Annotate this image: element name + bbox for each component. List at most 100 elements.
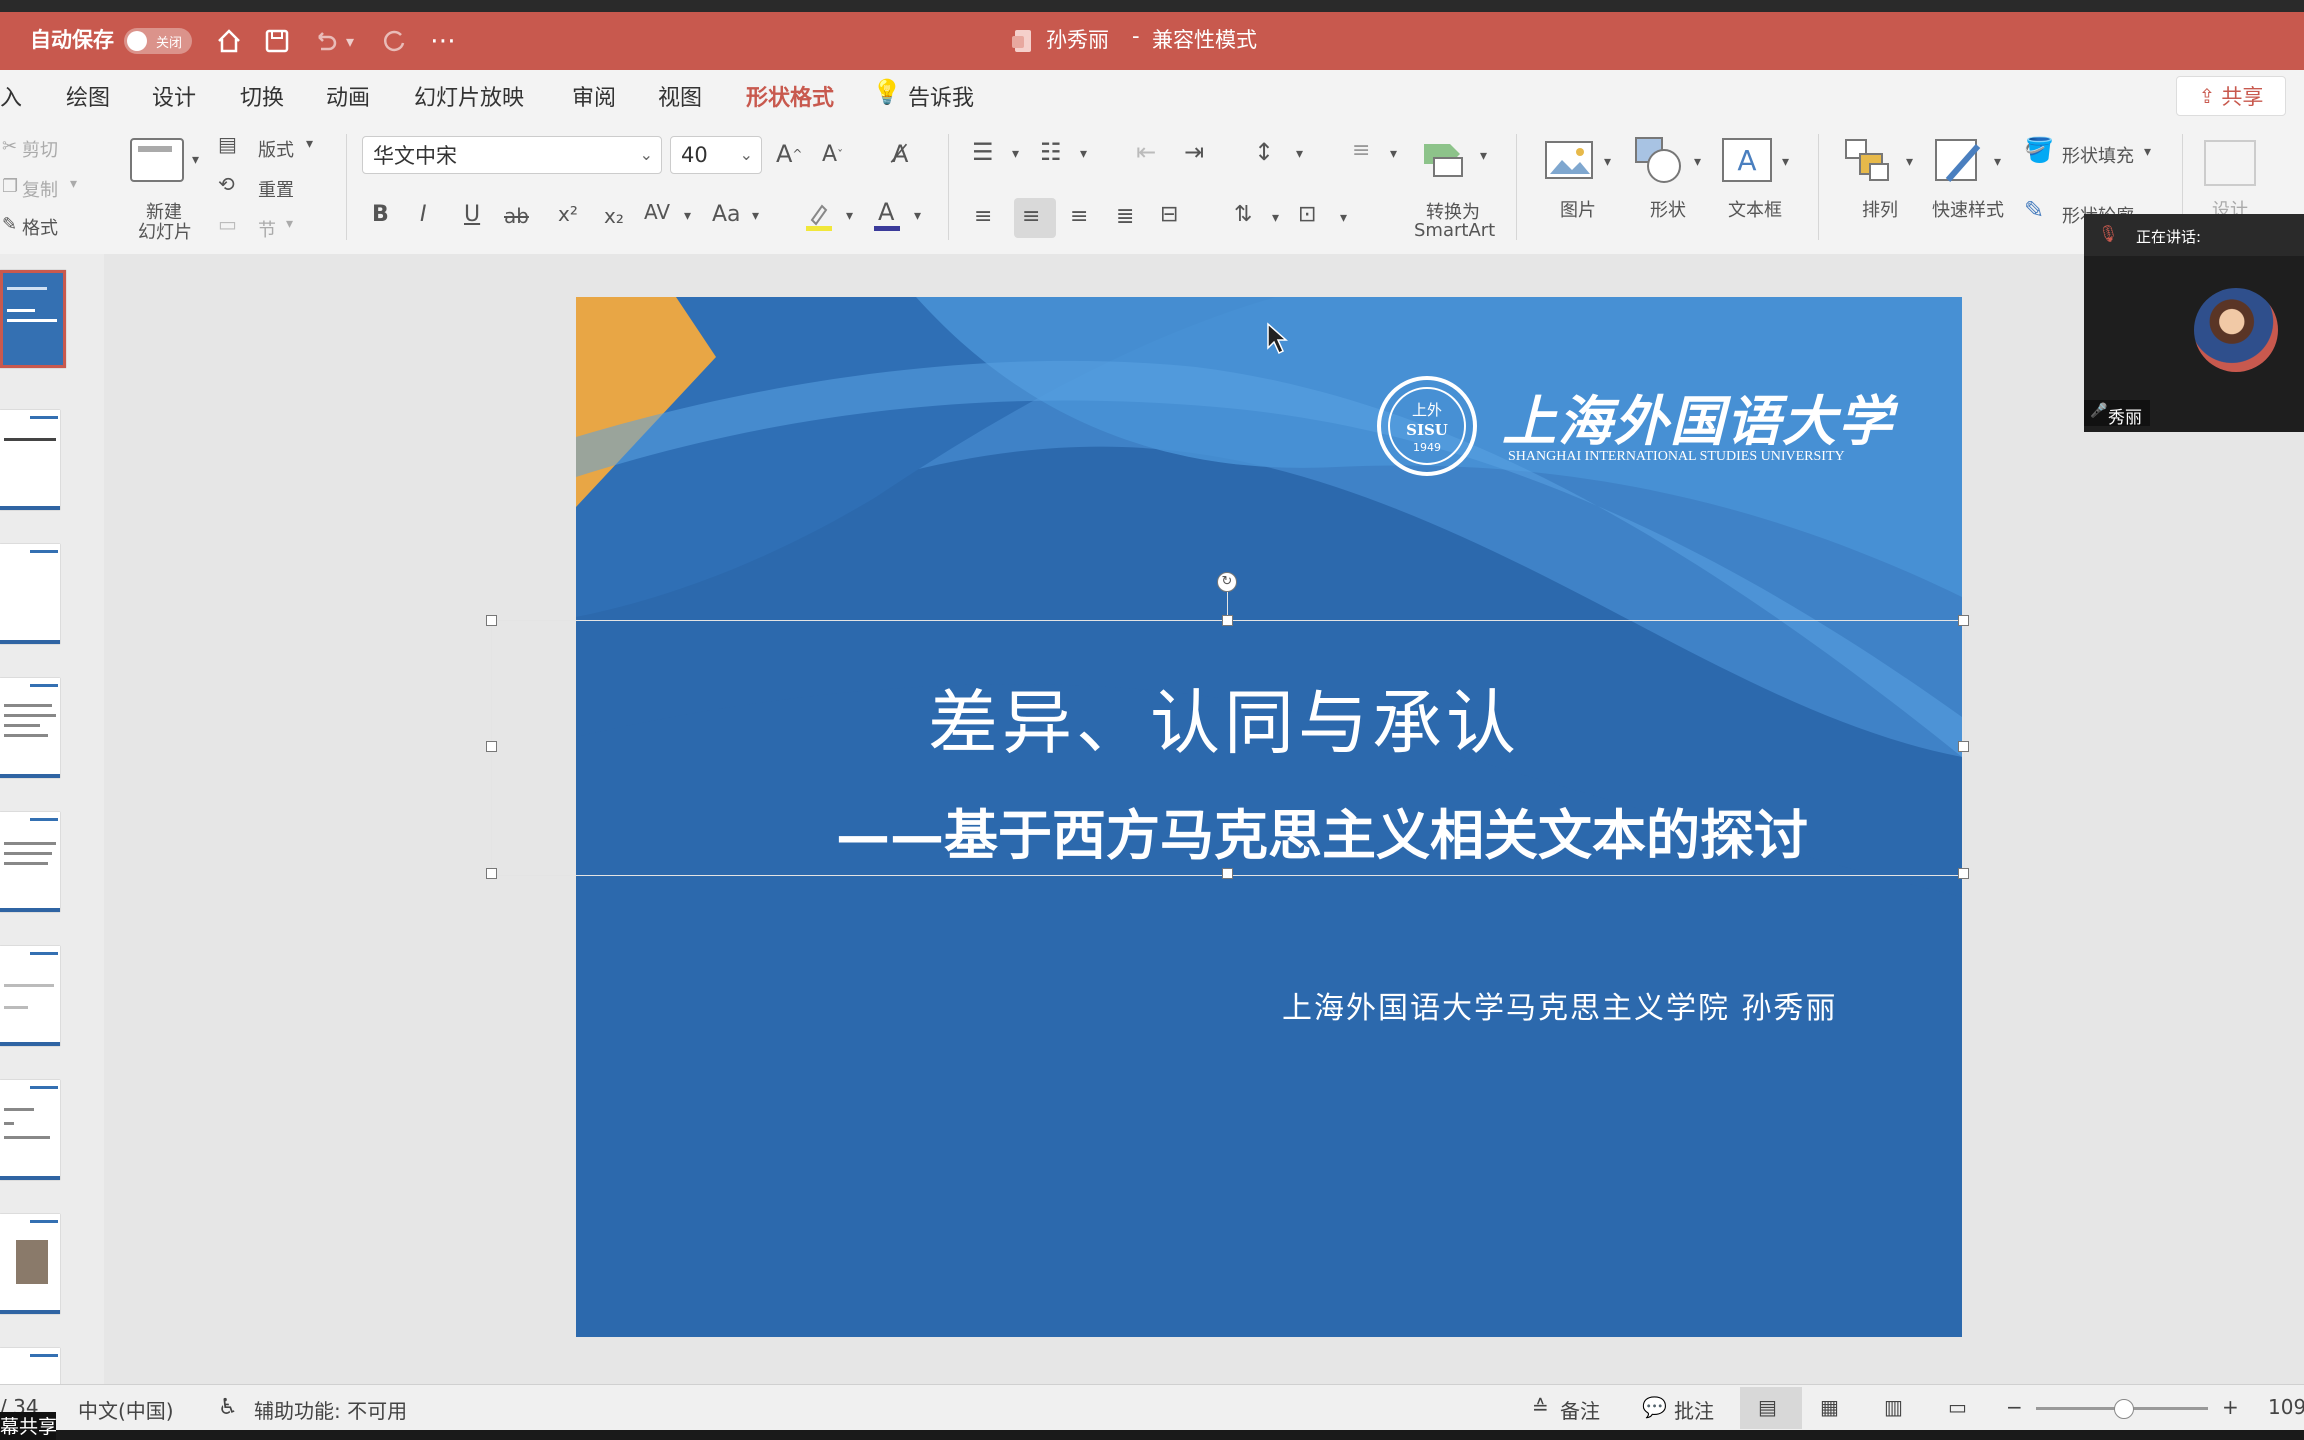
- resize-handle-tr[interactable]: [1958, 615, 1969, 626]
- chevron-down-icon[interactable]: ▾: [1390, 146, 1397, 162]
- tab-slideshow[interactable]: 幻灯片放映: [414, 80, 524, 112]
- zoom-slider-thumb[interactable]: [2114, 1399, 2134, 1419]
- columns-icon[interactable]: ≡: [1352, 138, 1370, 163]
- chevron-down-icon[interactable]: ▾: [1906, 154, 1913, 170]
- notes-button[interactable]: 备注: [1560, 1395, 1600, 1424]
- shape-icon[interactable]: [1634, 136, 1684, 184]
- tell-me-search[interactable]: 告诉我: [908, 80, 974, 112]
- change-case-button[interactable]: Aa: [712, 202, 741, 227]
- section-button[interactable]: 节: [258, 216, 276, 242]
- chevron-down-icon[interactable]: ▾: [1296, 146, 1303, 162]
- layout-button[interactable]: 版式: [258, 136, 294, 162]
- align-text-icon[interactable]: ⊡: [1298, 202, 1316, 227]
- subscript-button[interactable]: x₂: [604, 204, 624, 228]
- tab-view[interactable]: 视图: [658, 80, 702, 112]
- slide-thumbnail-3[interactable]: [0, 544, 60, 644]
- underline-button[interactable]: U: [464, 202, 480, 227]
- bullets-icon[interactable]: ☰: [972, 138, 994, 166]
- format-painter-button[interactable]: 格式: [22, 214, 58, 240]
- shape-button[interactable]: 形状: [1650, 196, 1686, 222]
- autosave-toggle[interactable]: 关闭: [124, 28, 192, 54]
- resize-handle-b[interactable]: [1222, 868, 1233, 879]
- tab-draw[interactable]: 绘图: [66, 80, 110, 112]
- justify-icon[interactable]: ≣: [1116, 204, 1134, 229]
- bold-button[interactable]: B: [372, 202, 389, 227]
- text-direction-icon[interactable]: ⇅: [1234, 202, 1252, 227]
- slide-sorter-icon[interactable]: ▦: [1820, 1395, 1839, 1419]
- cut-button[interactable]: 剪切: [22, 136, 58, 162]
- decrease-font-size-icon[interactable]: Aˇ: [822, 142, 843, 167]
- slide-thumbnail-5[interactable]: [0, 812, 60, 912]
- reading-view-icon[interactable]: ▥: [1884, 1395, 1903, 1419]
- resize-handle-br[interactable]: [1958, 868, 1969, 879]
- superscript-button[interactable]: x²: [558, 202, 578, 226]
- chevron-down-icon[interactable]: ▾: [684, 208, 691, 224]
- arrange-icon[interactable]: [1844, 138, 1892, 184]
- shape-fill-icon[interactable]: 🪣: [2024, 136, 2054, 164]
- chevron-down-icon[interactable]: ▾: [1604, 154, 1611, 170]
- resize-handle-l[interactable]: [486, 741, 497, 752]
- font-color-button[interactable]: A: [872, 198, 902, 234]
- chevron-down-icon[interactable]: ▾: [752, 208, 759, 224]
- slide-thumbnail-2[interactable]: [0, 410, 60, 510]
- resize-handle-r[interactable]: [1958, 741, 1969, 752]
- chevron-down-icon[interactable]: ▾: [2144, 144, 2151, 160]
- new-slide-dropdown-icon[interactable]: ▾: [192, 152, 199, 168]
- increase-font-size-icon[interactable]: A ^: [776, 140, 802, 168]
- convert-smartart-label-2[interactable]: SmartArt: [1414, 220, 1495, 241]
- tab-review[interactable]: 审阅: [572, 80, 616, 112]
- font-name-select[interactable]: 华文中宋 ⌄: [362, 136, 662, 174]
- designer-icon[interactable]: [2204, 140, 2256, 186]
- chevron-down-icon[interactable]: ▾: [1694, 154, 1701, 170]
- slide-thumbnail-1[interactable]: [0, 270, 66, 368]
- align-left-icon[interactable]: ≡: [974, 204, 992, 229]
- rotate-handle-icon[interactable]: ↻: [1217, 572, 1237, 592]
- highlight-color-icon[interactable]: [804, 200, 834, 234]
- smartart-icon[interactable]: [1420, 140, 1470, 180]
- undo-dropdown-icon[interactable]: ▾: [340, 24, 360, 58]
- quick-styles-icon[interactable]: [1934, 136, 1986, 188]
- accessibility-status[interactable]: 辅助功能: 不可用: [254, 1395, 407, 1424]
- layout-dropdown-icon[interactable]: ▾: [306, 136, 313, 152]
- shape-fill-button[interactable]: 形状填充: [2062, 142, 2134, 168]
- slide-author[interactable]: 上海外国语大学马克思主义学院 孙秀丽: [1282, 983, 1838, 1027]
- increase-indent-icon[interactable]: ⇥: [1184, 138, 1204, 166]
- new-slide-icon[interactable]: [130, 138, 184, 182]
- picture-icon[interactable]: [1544, 140, 1594, 182]
- slide-thumbnail-4[interactable]: [0, 678, 60, 778]
- tab-shape-format[interactable]: 形状格式: [746, 80, 834, 112]
- zoom-level[interactable]: 109: [2268, 1395, 2304, 1419]
- decrease-indent-icon[interactable]: ⇤: [1136, 138, 1156, 166]
- tab-animations[interactable]: 动画: [326, 80, 370, 112]
- line-spacing-icon[interactable]: ↕: [1254, 138, 1274, 166]
- home-icon[interactable]: [212, 24, 246, 58]
- zoom-in-icon[interactable]: +: [2222, 1395, 2239, 1419]
- comments-button[interactable]: 批注: [1674, 1395, 1714, 1424]
- save-icon[interactable]: [260, 24, 294, 58]
- chevron-down-icon[interactable]: ▾: [914, 208, 921, 224]
- tab-insert[interactable]: 入: [0, 80, 22, 112]
- textbox-button[interactable]: 文本框: [1728, 196, 1782, 222]
- chevron-down-icon[interactable]: ▾: [1272, 210, 1279, 226]
- strikethrough-button[interactable]: ab: [504, 204, 529, 228]
- slide-thumbnail-6[interactable]: [0, 946, 60, 1046]
- shape-outline-icon[interactable]: ✎: [2024, 196, 2044, 224]
- share-button[interactable]: ⇪ 共享: [2176, 76, 2286, 116]
- resize-handle-bl[interactable]: [486, 868, 497, 879]
- font-size-select[interactable]: 40 ⌄: [670, 136, 762, 174]
- align-right-icon[interactable]: ≡: [1070, 204, 1088, 229]
- clear-formatting-icon[interactable]: A̸: [892, 140, 908, 168]
- textbox-icon[interactable]: A: [1722, 138, 1772, 182]
- chevron-down-icon[interactable]: ▾: [1994, 154, 2001, 170]
- more-icon[interactable]: ⋯: [426, 24, 460, 58]
- language-indicator[interactable]: 中文(中国): [78, 1395, 174, 1424]
- numbering-icon[interactable]: ☷: [1040, 138, 1062, 166]
- title-selection-box[interactable]: [491, 620, 1965, 876]
- tab-design[interactable]: 设计: [152, 80, 196, 112]
- chevron-down-icon[interactable]: ▾: [846, 208, 853, 224]
- chevron-down-icon[interactable]: ▾: [1480, 148, 1487, 164]
- copy-button[interactable]: 复制: [22, 176, 58, 202]
- section-dropdown-icon[interactable]: ▾: [286, 216, 293, 232]
- quick-styles-button[interactable]: 快速样式: [1932, 196, 2004, 222]
- italic-button[interactable]: I: [420, 202, 427, 227]
